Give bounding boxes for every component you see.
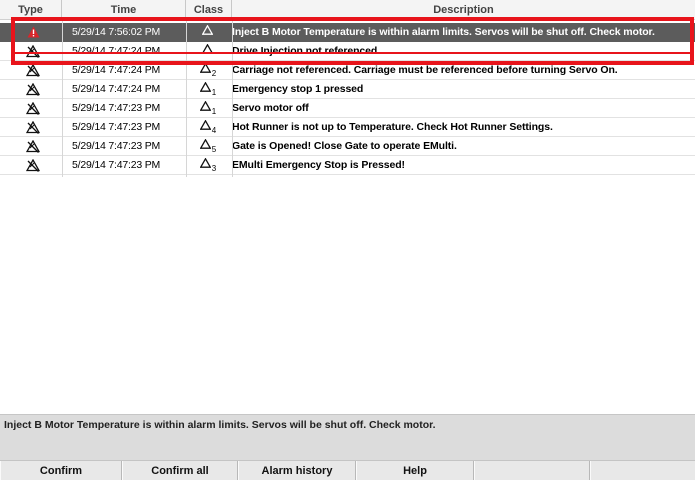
alarm-time: 5/29/14 7:47:24 PM <box>72 64 161 76</box>
alarm-time: 5/29/14 7:56:02 PM <box>72 26 161 38</box>
alarm-time: 5/29/14 7:47:24 PM <box>72 83 161 95</box>
alarm-history-button[interactable]: Alarm history <box>238 461 356 480</box>
alarm-cleared-icon <box>8 137 58 155</box>
alarm-row[interactable]: 5/29/14 7:47:23 PM 1 Servo motor off <box>0 99 695 118</box>
class-triangle-icon <box>201 23 214 41</box>
warning-icon <box>8 23 58 41</box>
alarm-class-number: 1 <box>211 88 217 97</box>
alarm-class-number: 3 <box>211 164 217 173</box>
alarm-description: EMulti Emergency Stop is Pressed! <box>232 159 405 171</box>
alarm-class: 5 <box>186 137 230 155</box>
column-divider <box>186 20 187 177</box>
alarm-description: Servo motor off <box>232 102 309 114</box>
alarm-row[interactable]: 5/29/14 7:47:23 PM 3 EMulti Emergency Stop… <box>0 156 695 175</box>
class-triangle-icon <box>199 61 212 79</box>
alarm-row[interactable]: 5/29/14 7:56:02 PM Inject B Motor Tempera… <box>0 23 695 42</box>
alarm-cleared-icon <box>8 42 58 60</box>
alarm-description: Emergency stop 1 pressed <box>232 83 364 95</box>
alarm-class-number: 2 <box>211 69 217 78</box>
alarm-table-header: Type Time Class Description <box>0 0 695 20</box>
alarm-class: 1 <box>186 80 230 98</box>
alarm-description: Carriage not referenced. Carriage must b… <box>232 64 618 76</box>
alarm-time: 5/29/14 7:47:24 PM <box>72 45 161 57</box>
toolbar-button-empty-1[interactable] <box>474 461 590 480</box>
button-toolbar: Confirm Confirm all Alarm history Help <box>0 460 695 480</box>
column-header-type[interactable]: Type <box>0 0 62 20</box>
alarm-cleared-icon <box>8 156 58 174</box>
column-header-time[interactable]: Time <box>62 0 186 20</box>
alarm-class-number: 5 <box>211 145 217 154</box>
alarm-description: Drive Injection not referenced. <box>232 45 381 57</box>
alarm-row[interactable]: 5/29/14 7:47:24 PM 2 Carriage not referenc… <box>0 61 695 80</box>
alarm-class: 1 <box>186 99 230 117</box>
toolbar-button-empty-2[interactable] <box>590 461 695 480</box>
status-message: Inject B Motor Temperature is within ala… <box>4 419 436 431</box>
alarm-cleared-icon <box>8 80 58 98</box>
alarm-description: Gate is Opened! Close Gate to operate EM… <box>232 140 457 152</box>
alarm-time: 5/29/14 7:47:23 PM <box>72 159 161 171</box>
confirm-button[interactable]: Confirm <box>0 461 122 480</box>
alarm-row[interactable]: 5/29/14 7:47:24 PM 1 Emergency stop 1 pres… <box>0 80 695 99</box>
alarm-cleared-icon <box>8 61 58 79</box>
alarm-row[interactable]: 5/29/14 7:47:23 PM 5 Gate is Opened! Close… <box>0 137 695 156</box>
alarm-class <box>186 42 230 60</box>
confirm-all-button[interactable]: Confirm all <box>122 461 238 480</box>
highlight-underline <box>14 52 692 54</box>
alarm-time: 5/29/14 7:47:23 PM <box>72 121 161 133</box>
alarm-cleared-icon <box>8 118 58 136</box>
alarm-class: 2 <box>186 61 230 79</box>
column-divider <box>62 20 63 177</box>
alarm-class-number: 1 <box>211 107 217 116</box>
alarm-row[interactable]: 5/29/14 7:47:23 PM 4 Hot Runner is not up … <box>0 118 695 137</box>
class-triangle-icon <box>199 80 212 98</box>
alarm-class: 4 <box>186 118 230 136</box>
alarm-cleared-icon <box>8 99 58 117</box>
class-triangle-icon <box>199 118 212 136</box>
class-triangle-icon <box>199 99 212 117</box>
alarm-class: 3 <box>186 156 230 174</box>
column-header-class[interactable]: Class <box>186 0 232 20</box>
alarm-description: Hot Runner is not up to Temperature. Che… <box>232 121 553 133</box>
class-triangle-icon <box>199 156 212 174</box>
column-header-description[interactable]: Description <box>232 0 695 20</box>
alarm-time: 5/29/14 7:47:23 PM <box>72 102 161 114</box>
alarm-description: Inject B Motor Temperature is within ala… <box>232 26 655 38</box>
alarm-class <box>186 23 230 41</box>
alarm-list[interactable]: 5/29/14 7:56:02 PM Inject B Motor Tempera… <box>0 20 695 414</box>
help-button[interactable]: Help <box>356 461 474 480</box>
status-bar: Inject B Motor Temperature is within ala… <box>0 414 695 460</box>
alarm-class-number: 4 <box>211 126 217 135</box>
alarm-time: 5/29/14 7:47:23 PM <box>72 140 161 152</box>
class-triangle-icon <box>199 137 212 155</box>
column-divider <box>232 20 233 177</box>
